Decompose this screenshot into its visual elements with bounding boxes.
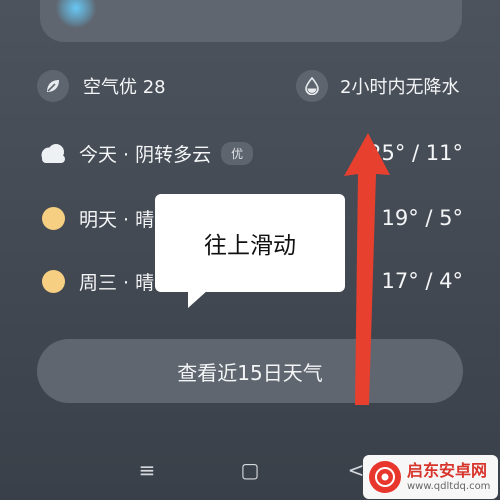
swipe-up-arrow-icon	[344, 133, 390, 405]
air-quality-row[interactable]: 空气优 28	[37, 70, 166, 102]
swipe-up-tooltip-text: 往上滑动	[204, 233, 296, 259]
forecast-day-label: 明天 · 晴	[79, 208, 155, 231]
sun-icon	[41, 206, 65, 230]
home-icon[interactable]: ▢	[238, 455, 262, 485]
forecast-day-label: 今天 · 阴转多云	[79, 143, 212, 166]
sun-icon-wrap	[37, 265, 69, 297]
top-weather-card	[40, 0, 462, 42]
leaf-icon	[37, 70, 69, 102]
forecast-day-label: 周三 · 晴	[79, 271, 155, 294]
sun-icon-wrap	[37, 202, 69, 234]
precipitation-row[interactable]: 2小时内无降水	[296, 70, 459, 102]
raindrop-icon	[296, 70, 328, 102]
precipitation-label: 2小时内无降水	[340, 77, 460, 98]
site-watermark: 启东安卓网 www.qdltdq.com	[363, 455, 498, 499]
site-logo-icon	[369, 461, 401, 493]
menu-icon[interactable]: ≡	[135, 455, 159, 485]
cloud-icon	[37, 137, 69, 169]
aqi-badge: 优	[221, 141, 254, 165]
tooltip-tail	[188, 290, 208, 308]
watermark-title: 启东安卓网	[407, 460, 488, 480]
watermark-url: www.qdltdq.com	[407, 480, 491, 492]
weather-indicator-dot	[56, 0, 96, 28]
swipe-up-tooltip: 往上滑动	[155, 194, 345, 292]
air-quality-label: 空气优 28	[83, 77, 166, 98]
sun-icon	[41, 269, 65, 293]
